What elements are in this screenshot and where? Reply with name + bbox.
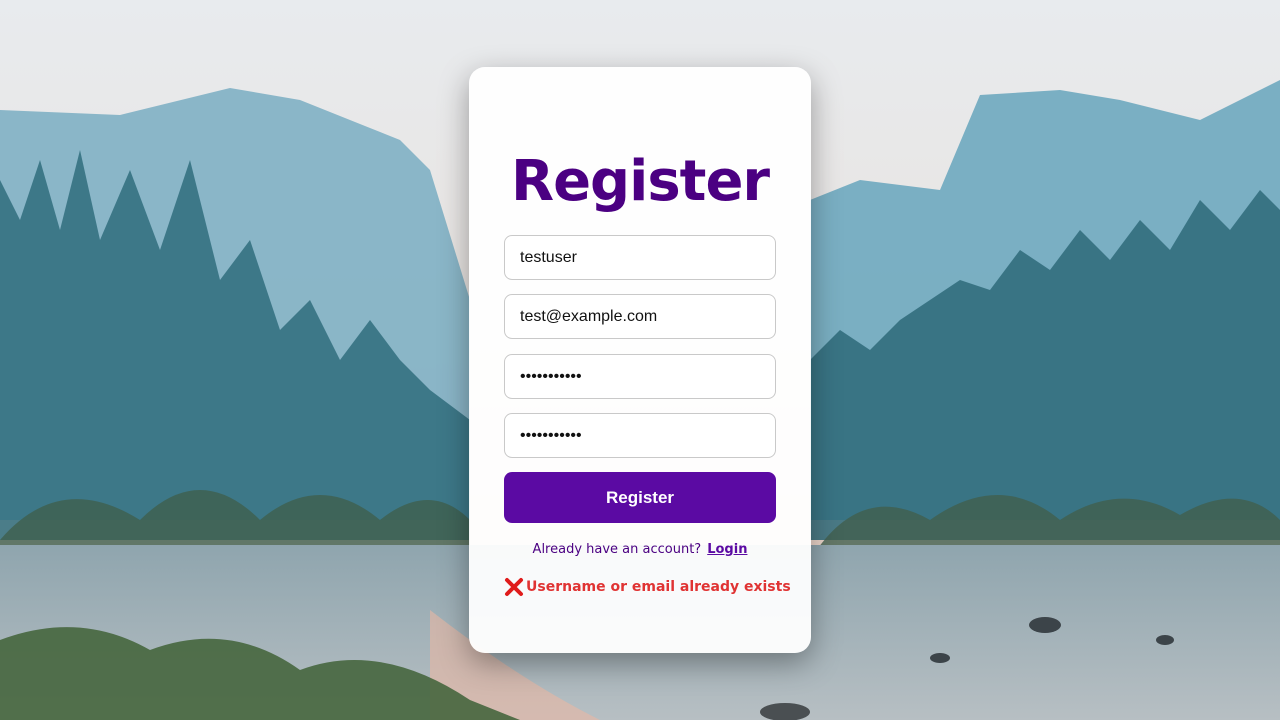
login-link[interactable]: Login bbox=[707, 542, 747, 557]
error-text: Username or email already exists bbox=[526, 579, 791, 595]
error-message: Username or email already exists bbox=[504, 577, 794, 597]
register-button[interactable]: Register bbox=[504, 472, 776, 523]
login-prompt-line: Already have an account? Login bbox=[469, 542, 811, 557]
confirm-password-field[interactable] bbox=[504, 413, 776, 458]
close-x-icon bbox=[504, 577, 524, 597]
email-field[interactable] bbox=[504, 294, 776, 339]
page-title: Register bbox=[510, 149, 770, 214]
register-card: Register Register Already have an accoun… bbox=[469, 67, 811, 653]
password-field[interactable] bbox=[504, 354, 776, 399]
username-field[interactable] bbox=[504, 235, 776, 280]
login-prompt-text: Already have an account? bbox=[532, 542, 702, 557]
